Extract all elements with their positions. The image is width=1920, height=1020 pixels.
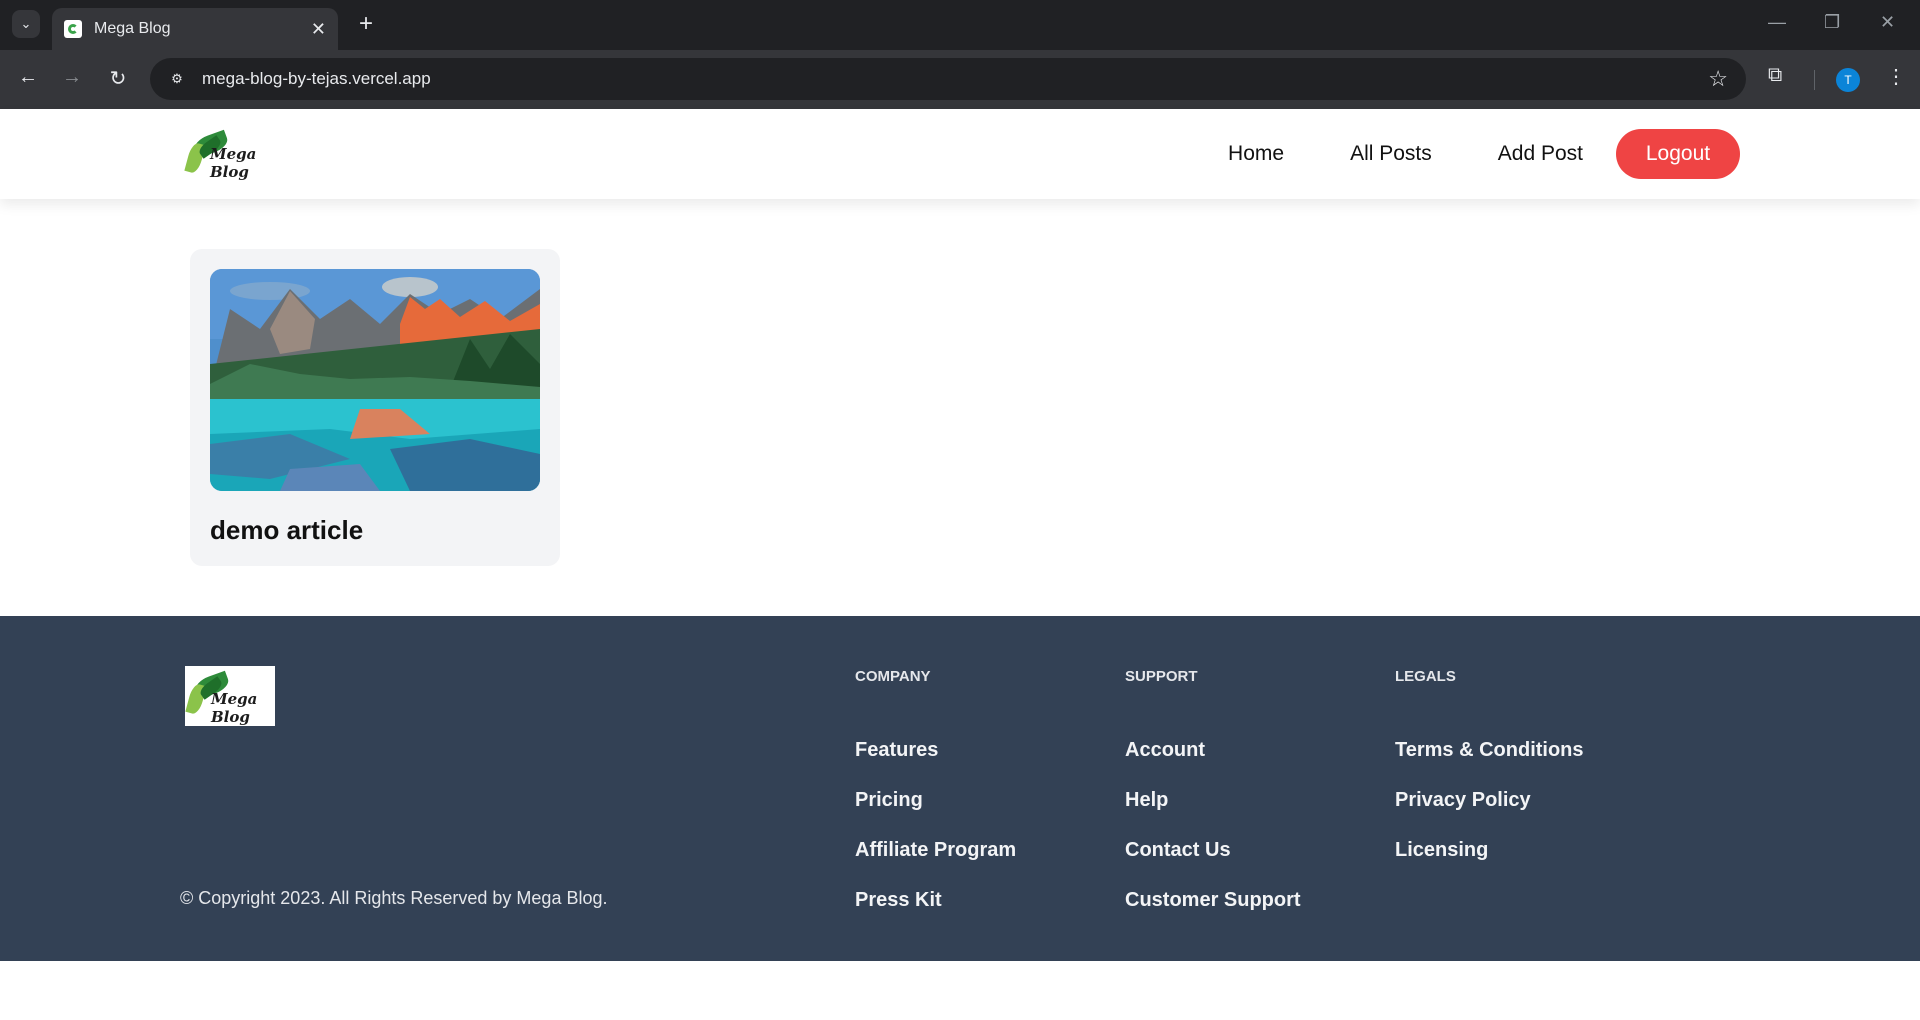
post-card[interactable]: demo article xyxy=(190,249,560,566)
footer-link-features[interactable]: Features xyxy=(855,739,1016,789)
footer-logo-text: Mega Blog xyxy=(211,690,258,726)
browser-menu-icon[interactable]: ⋮ xyxy=(1886,64,1906,89)
page-bottom-space xyxy=(0,961,1920,1020)
footer-link-help[interactable]: Help xyxy=(1125,789,1301,839)
footer-link-customer-support[interactable]: Customer Support xyxy=(1125,889,1301,939)
tab-list-icon[interactable]: ⌄ xyxy=(12,10,40,38)
nav-home[interactable]: Home xyxy=(1195,142,1317,166)
footer-link-affiliate[interactable]: Affiliate Program xyxy=(855,839,1016,889)
site-info-icon[interactable]: ⚙ xyxy=(164,66,190,92)
post-title[interactable]: demo article xyxy=(210,515,540,546)
footer-link-pricing[interactable]: Pricing xyxy=(855,789,1016,839)
nav-add-post[interactable]: Add Post xyxy=(1465,142,1616,166)
browser-tabbar: ⌄ Mega Blog ✕ + — ❐ ✕ xyxy=(0,0,1920,50)
footer-link-press-kit[interactable]: Press Kit xyxy=(855,889,1016,939)
footer-link-contact[interactable]: Contact Us xyxy=(1125,839,1301,889)
close-window-icon[interactable]: ✕ xyxy=(1880,12,1895,33)
nav-all-posts[interactable]: All Posts xyxy=(1317,142,1465,166)
bookmark-star-icon[interactable]: ☆ xyxy=(1708,66,1728,92)
reload-icon[interactable]: ↻ xyxy=(104,66,132,91)
footer-col-company: COMPANY Features Pricing Affiliate Progr… xyxy=(855,668,1016,939)
back-icon[interactable]: ← xyxy=(14,66,42,89)
minimize-icon[interactable]: — xyxy=(1768,12,1786,33)
post-image[interactable] xyxy=(210,269,540,491)
favicon-icon xyxy=(64,20,82,38)
footer-link-licensing[interactable]: Licensing xyxy=(1395,839,1584,889)
close-tab-icon[interactable]: ✕ xyxy=(311,19,326,40)
address-bar[interactable]: ⚙ mega-blog-by-tejas.vercel.app ☆ xyxy=(150,58,1746,100)
mountain-lake-image xyxy=(210,269,540,491)
browser-toolbar: ← → ↻ ⚙ mega-blog-by-tejas.vercel.app ☆ … xyxy=(0,50,1920,109)
site-footer: Mega Blog © Copyright 2023. All Rights R… xyxy=(0,616,1920,961)
footer-col-support: SUPPORT Account Help Contact Us Customer… xyxy=(1125,668,1301,939)
footer-logo[interactable]: Mega Blog xyxy=(185,666,275,726)
site-logo[interactable]: Mega Blog xyxy=(184,127,274,181)
restore-icon[interactable]: ❐ xyxy=(1824,12,1840,33)
site-header: Mega Blog Home All Posts Add Post Logout xyxy=(0,109,1920,199)
footer-col-legals: LEGALS Terms & Conditions Privacy Policy… xyxy=(1395,668,1584,889)
logout-button[interactable]: Logout xyxy=(1616,129,1740,179)
profile-avatar[interactable]: T xyxy=(1836,68,1860,92)
main-nav: Home All Posts Add Post Logout xyxy=(1195,129,1740,179)
footer-heading: LEGALS xyxy=(1395,668,1456,685)
tab-title: Mega Blog xyxy=(94,20,171,37)
forward-icon[interactable]: → xyxy=(58,66,86,89)
footer-heading: SUPPORT xyxy=(1125,668,1198,685)
footer-heading: COMPANY xyxy=(855,668,931,685)
new-tab-icon[interactable]: + xyxy=(352,10,380,38)
footer-link-privacy[interactable]: Privacy Policy xyxy=(1395,789,1584,839)
logo-text: Mega Blog xyxy=(210,145,257,181)
extensions-icon[interactable]: ⧉ xyxy=(1768,64,1782,87)
footer-link-account[interactable]: Account xyxy=(1125,739,1301,789)
url-text[interactable]: mega-blog-by-tejas.vercel.app xyxy=(202,69,1708,89)
browser-tab[interactable]: Mega Blog ✕ xyxy=(52,8,338,50)
toolbar-divider xyxy=(1814,70,1815,90)
copyright-text: © Copyright 2023. All Rights Reserved by… xyxy=(180,888,608,908)
footer-link-terms[interactable]: Terms & Conditions xyxy=(1395,739,1584,789)
